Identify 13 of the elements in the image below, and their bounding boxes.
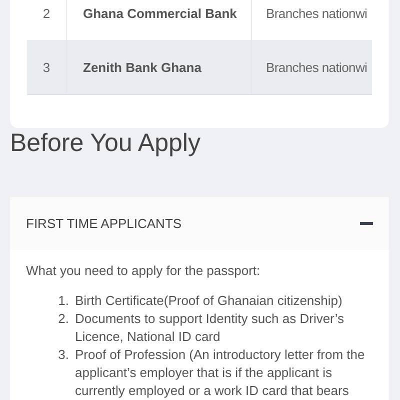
accordion-header[interactable]: FIRST TIME APPLICANTS xyxy=(10,197,389,250)
table-cell: 3 xyxy=(27,40,67,94)
section-heading: Before You Apply xyxy=(9,128,202,159)
table-cell: Zenith Bank Ghana xyxy=(67,40,252,94)
table-cell: Branches nationwi xyxy=(252,40,372,94)
accordion-title: FIRST TIME APPLICANTS xyxy=(26,216,182,231)
list-item-text: Birth Certificate(Proof of Ghanaian citizenship) xyxy=(75,292,344,310)
list-number: 2. xyxy=(57,310,69,328)
list-number: 3. xyxy=(57,346,69,364)
list-number: 1. xyxy=(57,292,69,310)
list-item-text: Documents to support Identity such as Driver’s Licence, National ID card xyxy=(75,310,346,346)
list-item-text: Proof of Profession (An introductory letter from the applicant’s employer that is if the applicant is currently employed or a work ID card that bears xyxy=(75,346,365,400)
intro-text: What you need to apply for the passport: xyxy=(26,262,262,280)
